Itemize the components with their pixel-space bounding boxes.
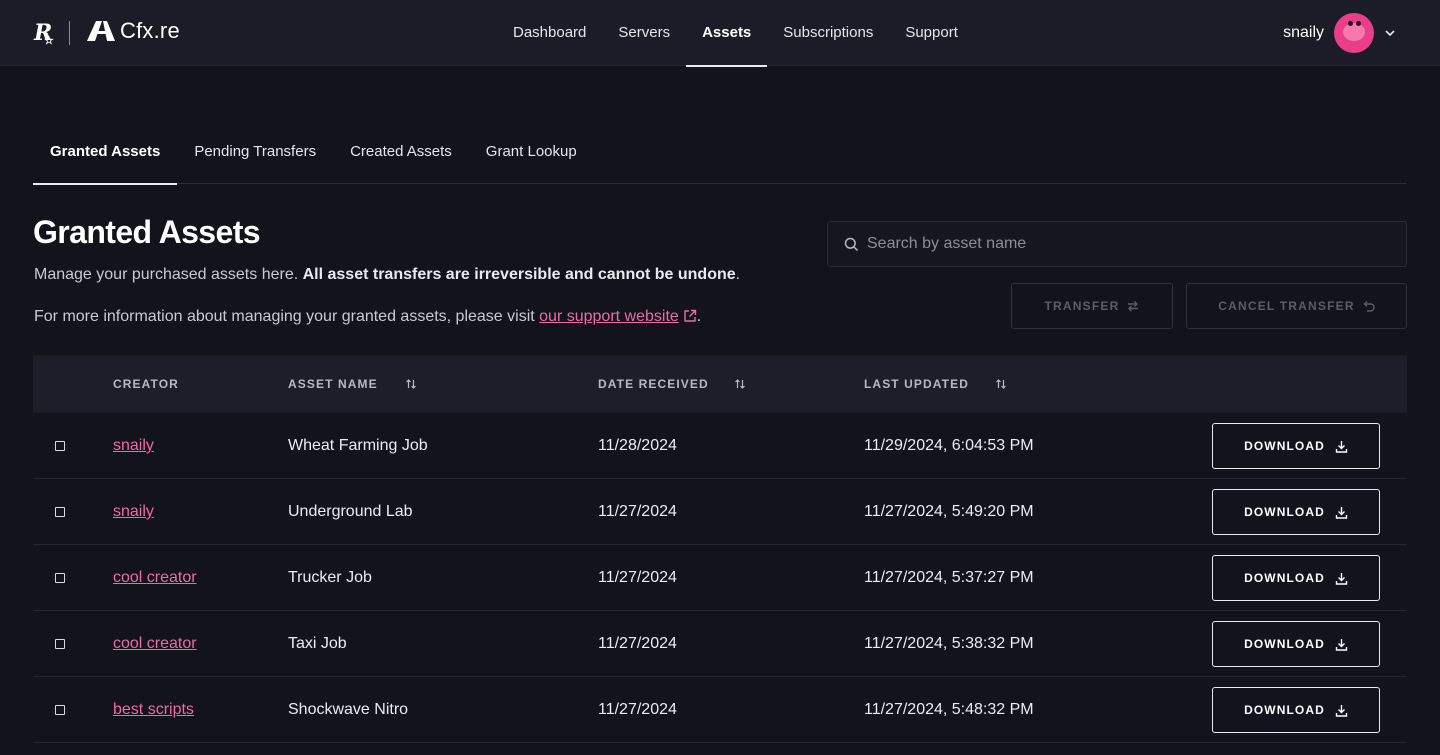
rockstar-star-icon: ☆ bbox=[44, 34, 54, 47]
download-label: DOWNLOAD bbox=[1244, 505, 1325, 519]
row-checkbox[interactable] bbox=[55, 573, 65, 583]
nav-assets[interactable]: Assets bbox=[686, 0, 768, 67]
creator-link[interactable]: cool creator bbox=[113, 611, 197, 677]
page-info: For more information about managing your… bbox=[34, 308, 701, 326]
download-icon bbox=[1335, 638, 1348, 651]
creator-link[interactable]: cool creator bbox=[113, 545, 197, 611]
download-label: DOWNLOAD bbox=[1244, 571, 1325, 585]
description-end: . bbox=[735, 266, 741, 283]
header-asset-name[interactable]: ASSET NAME bbox=[288, 355, 378, 413]
download-button[interactable]: DOWNLOAD bbox=[1212, 621, 1380, 667]
table-row: snaily Underground Lab 11/27/2024 11/27/… bbox=[33, 479, 1407, 545]
external-link-icon bbox=[684, 309, 696, 322]
info-end: . bbox=[696, 308, 702, 325]
download-button[interactable]: DOWNLOAD bbox=[1212, 423, 1380, 469]
sort-icon[interactable] bbox=[734, 378, 746, 390]
header-date-received[interactable]: DATE RECEIVED bbox=[598, 355, 709, 413]
row-checkbox[interactable] bbox=[55, 441, 65, 451]
download-button[interactable]: DOWNLOAD bbox=[1212, 687, 1380, 733]
last-updated: 11/27/2024, 5:49:20 PM bbox=[864, 503, 1034, 520]
table-row: cool creator Trucker Job 11/27/2024 11/2… bbox=[33, 545, 1407, 611]
info-text: For more information about managing your… bbox=[34, 308, 540, 325]
cfx-logo-text: Cfx.re bbox=[120, 18, 180, 43]
username: snaily bbox=[1283, 24, 1324, 41]
date-received: 11/27/2024 bbox=[598, 569, 677, 586]
last-updated: 11/27/2024, 5:37:27 PM bbox=[864, 569, 1034, 586]
page-title: Granted Assets bbox=[33, 214, 261, 250]
nav-subscriptions[interactable]: Subscriptions bbox=[767, 0, 889, 66]
tab-pending-transfers[interactable]: Pending Transfers bbox=[177, 128, 333, 184]
download-icon bbox=[1335, 572, 1348, 585]
main-nav: Dashboard Servers Assets Subscriptions S… bbox=[497, 0, 974, 67]
table-row: best scripts Shockwave Nitro 11/27/2024 … bbox=[33, 677, 1407, 743]
download-icon bbox=[1335, 506, 1348, 519]
logo-divider bbox=[69, 21, 70, 45]
nav-dashboard[interactable]: Dashboard bbox=[497, 0, 602, 66]
asset-name: Taxi Job bbox=[288, 635, 347, 652]
cfx-logo-icon bbox=[87, 21, 115, 41]
chevron-down-icon[interactable] bbox=[1384, 27, 1396, 39]
description-text: Manage your purchased assets here. bbox=[34, 266, 303, 283]
page-description: Manage your purchased assets here. All a… bbox=[34, 266, 740, 284]
transfer-label: TRANSFER bbox=[1044, 299, 1120, 313]
download-icon bbox=[1335, 704, 1348, 717]
description-warning: All asset transfers are irreversible and… bbox=[302, 266, 736, 283]
creator-link[interactable]: snaily bbox=[113, 413, 154, 479]
tab-granted-assets[interactable]: Granted Assets bbox=[33, 128, 178, 185]
creator-link[interactable]: best scripts bbox=[113, 677, 194, 743]
asset-name: Trucker Job bbox=[288, 569, 372, 586]
download-icon bbox=[1335, 440, 1348, 453]
download-label: DOWNLOAD bbox=[1244, 637, 1325, 651]
cancel-transfer-button[interactable]: CANCEL TRANSFER bbox=[1186, 283, 1407, 329]
asset-name: Wheat Farming Job bbox=[288, 437, 428, 454]
date-received: 11/27/2024 bbox=[598, 701, 677, 718]
sort-icon[interactable] bbox=[995, 378, 1007, 390]
table-row: snaily Wheat Farming Job 11/28/2024 11/2… bbox=[33, 413, 1407, 479]
top-navigation-bar: R ☆ Cfx.re Dashboard Servers Assets Subsc… bbox=[0, 0, 1440, 67]
date-received: 11/27/2024 bbox=[598, 635, 677, 652]
search-input[interactable] bbox=[867, 235, 1387, 253]
table-header: CREATOR ASSET NAME DATE RECEIVED LAST UP… bbox=[33, 355, 1407, 413]
avatar[interactable] bbox=[1334, 13, 1374, 53]
last-updated: 11/27/2024, 5:48:32 PM bbox=[864, 701, 1034, 718]
support-link-label: our support website bbox=[539, 308, 679, 325]
search-box bbox=[827, 221, 1407, 267]
support-website-link[interactable]: our support website bbox=[539, 308, 697, 325]
header-creator: CREATOR bbox=[113, 377, 179, 391]
last-updated: 11/27/2024, 5:38:32 PM bbox=[864, 635, 1034, 652]
sort-icon[interactable] bbox=[405, 378, 417, 390]
user-menu[interactable]: snaily bbox=[1283, 13, 1396, 53]
download-button[interactable]: DOWNLOAD bbox=[1212, 555, 1380, 601]
asset-name: Shockwave Nitro bbox=[288, 701, 409, 718]
granted-assets-table: CREATOR ASSET NAME DATE RECEIVED LAST UP… bbox=[33, 355, 1407, 743]
download-button[interactable]: DOWNLOAD bbox=[1212, 489, 1380, 535]
tab-created-assets[interactable]: Created Assets bbox=[333, 128, 469, 184]
cfx-logo[interactable]: Cfx.re bbox=[86, 18, 180, 44]
tab-grant-lookup[interactable]: Grant Lookup bbox=[469, 128, 594, 184]
date-received: 11/27/2024 bbox=[598, 503, 677, 520]
search-icon bbox=[844, 237, 859, 251]
download-label: DOWNLOAD bbox=[1244, 703, 1325, 717]
undo-icon bbox=[1363, 301, 1375, 312]
row-checkbox[interactable] bbox=[55, 507, 65, 517]
nav-support[interactable]: Support bbox=[889, 0, 974, 66]
nav-servers[interactable]: Servers bbox=[602, 0, 686, 66]
cancel-transfer-label: CANCEL TRANSFER bbox=[1218, 299, 1355, 313]
row-checkbox[interactable] bbox=[55, 705, 65, 715]
header-last-updated[interactable]: LAST UPDATED bbox=[864, 355, 969, 413]
last-updated: 11/29/2024, 6:04:53 PM bbox=[864, 437, 1034, 454]
asset-name: Underground Lab bbox=[288, 503, 413, 520]
asset-tabs: Granted Assets Pending Transfers Created… bbox=[33, 128, 1407, 185]
row-checkbox[interactable] bbox=[55, 639, 65, 649]
swap-icon bbox=[1128, 301, 1139, 312]
creator-link[interactable]: snaily bbox=[113, 479, 154, 545]
date-received: 11/28/2024 bbox=[598, 437, 677, 454]
download-label: DOWNLOAD bbox=[1244, 439, 1325, 453]
rockstar-logo[interactable]: R ☆ bbox=[34, 20, 54, 47]
transfer-button[interactable]: TRANSFER bbox=[1011, 283, 1173, 329]
table-row: cool creator Taxi Job 11/27/2024 11/27/2… bbox=[33, 611, 1407, 677]
